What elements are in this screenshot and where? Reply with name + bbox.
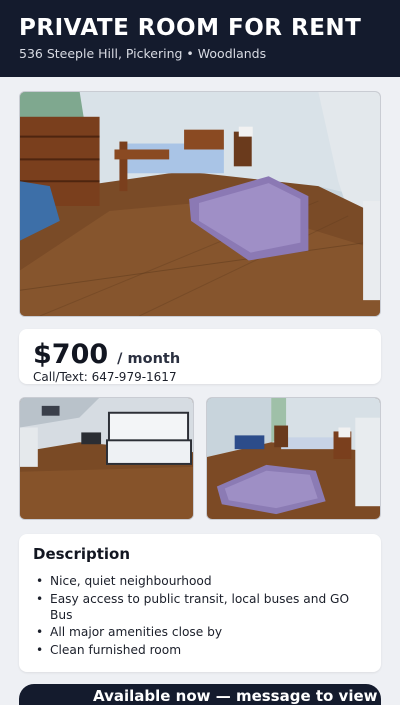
description-title: Description bbox=[33, 545, 131, 563]
availability-banner[interactable]: Available now — message to view bbox=[19, 684, 381, 705]
main-room-photo[interactable] bbox=[19, 91, 381, 317]
list-item: Nice, quiet neighbourhood bbox=[33, 573, 367, 589]
price-card: $700 / month Call/Text: 647-979-1617 bbox=[19, 329, 381, 384]
bunk-bed-photo[interactable] bbox=[19, 397, 194, 520]
page-title: PRIVATE ROOM FOR RENT bbox=[19, 15, 362, 41]
availability-label: Available now — message to view bbox=[93, 687, 378, 705]
list-item: All major amenities close by bbox=[33, 624, 367, 640]
room-rug-image bbox=[207, 398, 380, 519]
main-room-image bbox=[20, 92, 380, 316]
rent-period: / month bbox=[117, 351, 181, 367]
price-row: $700 / month bbox=[33, 340, 367, 370]
description-list: Nice, quiet neighbourhood Easy access to… bbox=[33, 573, 367, 658]
list-item: Clean furnished room bbox=[33, 642, 367, 658]
bunk-bed-image bbox=[20, 398, 193, 519]
list-item: Easy access to public transit, local bus… bbox=[33, 591, 367, 623]
page-header: PRIVATE ROOM FOR RENT 536 Steeple Hill, … bbox=[0, 0, 400, 77]
rent-price: $700 bbox=[33, 339, 109, 370]
description-card: Description Nice, quiet neighbourhood Ea… bbox=[19, 534, 381, 672]
contact-phone[interactable]: Call/Text: 647-979-1617 bbox=[33, 370, 367, 384]
address-subtitle: 536 Steeple Hill, Pickering • Woodlands bbox=[19, 46, 267, 61]
room-rug-photo[interactable] bbox=[206, 397, 381, 520]
